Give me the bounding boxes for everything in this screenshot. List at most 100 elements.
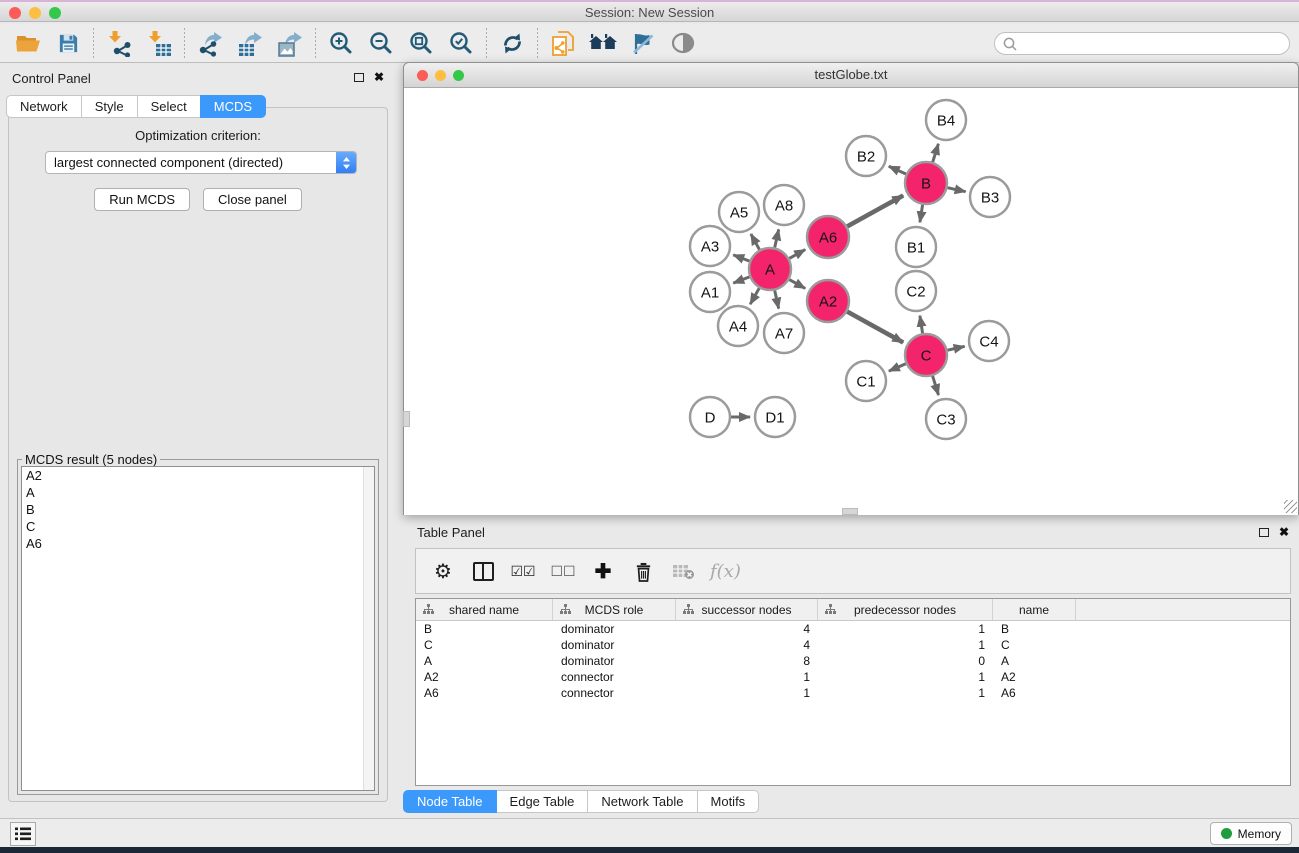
memory-button[interactable]: Memory (1210, 822, 1292, 845)
result-item[interactable]: A (22, 484, 374, 501)
table-cell[interactable]: 1 (818, 670, 993, 684)
graph-edge-B-B3[interactable] (948, 188, 966, 192)
graph-edge-B-B4[interactable] (933, 144, 939, 162)
export-network-icon[interactable] (190, 26, 230, 60)
table-cell[interactable]: 1 (818, 686, 993, 700)
table-row[interactable]: Adominator80A (416, 653, 1290, 669)
duplicate-network-icon[interactable] (543, 26, 583, 60)
float-table-panel-icon[interactable] (1259, 528, 1269, 537)
mcds-result-list[interactable]: A2ABCA6 (21, 466, 375, 791)
zoom-selected-icon[interactable] (441, 26, 481, 60)
delete-table-icon[interactable] (670, 556, 696, 586)
zoom-fit-icon[interactable] (401, 26, 441, 60)
graph-edge-A-A7[interactable] (775, 291, 779, 309)
graph-edge-C-C4[interactable] (948, 346, 965, 350)
close-panel-icon[interactable]: ✖ (374, 72, 384, 82)
tab-select[interactable]: Select (137, 95, 201, 118)
result-item[interactable]: A2 (22, 467, 374, 484)
table-cell[interactable]: B (416, 622, 553, 636)
table-cell[interactable]: connector (553, 686, 676, 700)
result-list-scrollbar[interactable] (363, 467, 374, 790)
run-mcds-button[interactable]: Run MCDS (94, 188, 190, 211)
table-cell[interactable]: 4 (676, 638, 818, 652)
result-item[interactable]: C (22, 518, 374, 535)
graph-edge-A2-C[interactable] (847, 312, 903, 343)
graph-edge-A-A5[interactable] (751, 234, 760, 250)
add-column-icon[interactable]: ✚ (590, 556, 616, 586)
network-canvas[interactable]: B4 B2 B B3 A8 A5 A6 A3 B1 A A1 C2 A2 A4 … (404, 88, 1298, 515)
graph-edge-A-A8[interactable] (775, 229, 779, 247)
table-cell[interactable]: 1 (818, 622, 993, 636)
result-item[interactable]: B (22, 501, 374, 518)
table-cell[interactable]: A (416, 654, 553, 668)
resize-grip[interactable] (1284, 500, 1297, 513)
tab-network-table[interactable]: Network Table (587, 790, 697, 813)
tab-edge-table[interactable]: Edge Table (496, 790, 589, 813)
table-cell[interactable]: 0 (818, 654, 993, 668)
graph-edge-A6-B[interactable] (847, 196, 903, 227)
function-builder-icon[interactable]: f(x) (710, 556, 741, 586)
table-cell[interactable]: connector (553, 670, 676, 684)
table-cell[interactable]: A6 (993, 686, 1076, 700)
table-cell[interactable]: A (993, 654, 1076, 668)
network-graph[interactable]: B4 B2 B B3 A8 A5 A6 A3 B1 A A1 C2 A2 A4 … (404, 88, 1298, 515)
graph-edge-A-A1[interactable] (733, 277, 749, 283)
column-header-successor-nodes[interactable]: successor nodes (676, 599, 818, 620)
tab-node-table[interactable]: Node Table (403, 790, 497, 813)
graph-edge-A-A3[interactable] (733, 255, 749, 261)
table-cell[interactable]: C (993, 638, 1076, 652)
import-network-icon[interactable] (99, 26, 139, 60)
column-view-icon[interactable] (470, 556, 496, 586)
float-panel-icon[interactable] (354, 73, 364, 82)
table-cell[interactable]: dominator (553, 654, 676, 668)
criterion-select[interactable]: largest connected component (directed) (45, 151, 357, 174)
column-header-name[interactable]: name (993, 599, 1076, 620)
table-row[interactable]: Cdominator41C (416, 637, 1290, 653)
graph-edge-C-C3[interactable] (933, 376, 939, 395)
hide-all-columns-icon[interactable]: ☐☐ (550, 556, 576, 586)
export-table-icon[interactable] (230, 26, 270, 60)
close-table-panel-icon[interactable]: ✖ (1279, 527, 1289, 537)
table-cell[interactable]: A6 (416, 686, 553, 700)
graph-edge-C-C2[interactable] (920, 316, 923, 334)
node-table[interactable]: shared name MCDS role successor nodes pr… (415, 598, 1291, 786)
show-all-columns-icon[interactable]: ☑☑ (510, 556, 536, 586)
table-row[interactable]: A2connector11A2 (416, 669, 1290, 685)
refresh-layout-icon[interactable] (492, 26, 532, 60)
task-history-button[interactable] (10, 822, 36, 846)
column-header-predecessor-nodes[interactable]: predecessor nodes (818, 599, 993, 620)
graph-edge-A-A2[interactable] (789, 280, 805, 289)
network-window-titlebar[interactable]: testGlobe.txt (404, 63, 1298, 88)
hide-graphics-icon[interactable] (623, 26, 663, 60)
search-field[interactable] (994, 32, 1290, 55)
table-cell[interactable]: 8 (676, 654, 818, 668)
horizontal-scroll-thumb[interactable] (842, 508, 858, 515)
graph-edge-C-C1[interactable] (889, 364, 906, 371)
tab-network[interactable]: Network (6, 95, 82, 118)
show-graphics-icon[interactable] (663, 26, 703, 60)
result-item[interactable]: A6 (22, 535, 374, 552)
column-header-MCDS-role[interactable]: MCDS role (553, 599, 676, 620)
home-icon[interactable] (583, 26, 623, 60)
table-cell[interactable]: A2 (416, 670, 553, 684)
zoom-out-icon[interactable] (361, 26, 401, 60)
table-row[interactable]: Bdominator41B (416, 621, 1290, 637)
table-cell[interactable]: B (993, 622, 1076, 636)
import-table-icon[interactable] (139, 26, 179, 60)
close-panel-button[interactable]: Close panel (203, 188, 302, 211)
table-cell[interactable]: 1 (818, 638, 993, 652)
table-cell[interactable]: dominator (553, 622, 676, 636)
column-header-shared-name[interactable]: shared name (416, 599, 553, 620)
graph-edge-A-A6[interactable] (789, 250, 805, 259)
tab-style[interactable]: Style (81, 95, 138, 118)
graph-edge-B-B2[interactable] (889, 166, 906, 174)
table-cell[interactable]: 1 (676, 670, 818, 684)
save-session-icon[interactable] (48, 26, 88, 60)
zoom-in-icon[interactable] (321, 26, 361, 60)
table-cell[interactable]: C (416, 638, 553, 652)
table-cell[interactable]: 4 (676, 622, 818, 636)
tab-mcds[interactable]: MCDS (200, 95, 266, 118)
open-session-icon[interactable] (8, 26, 48, 60)
search-input[interactable] (1018, 37, 1289, 51)
table-cell[interactable]: dominator (553, 638, 676, 652)
